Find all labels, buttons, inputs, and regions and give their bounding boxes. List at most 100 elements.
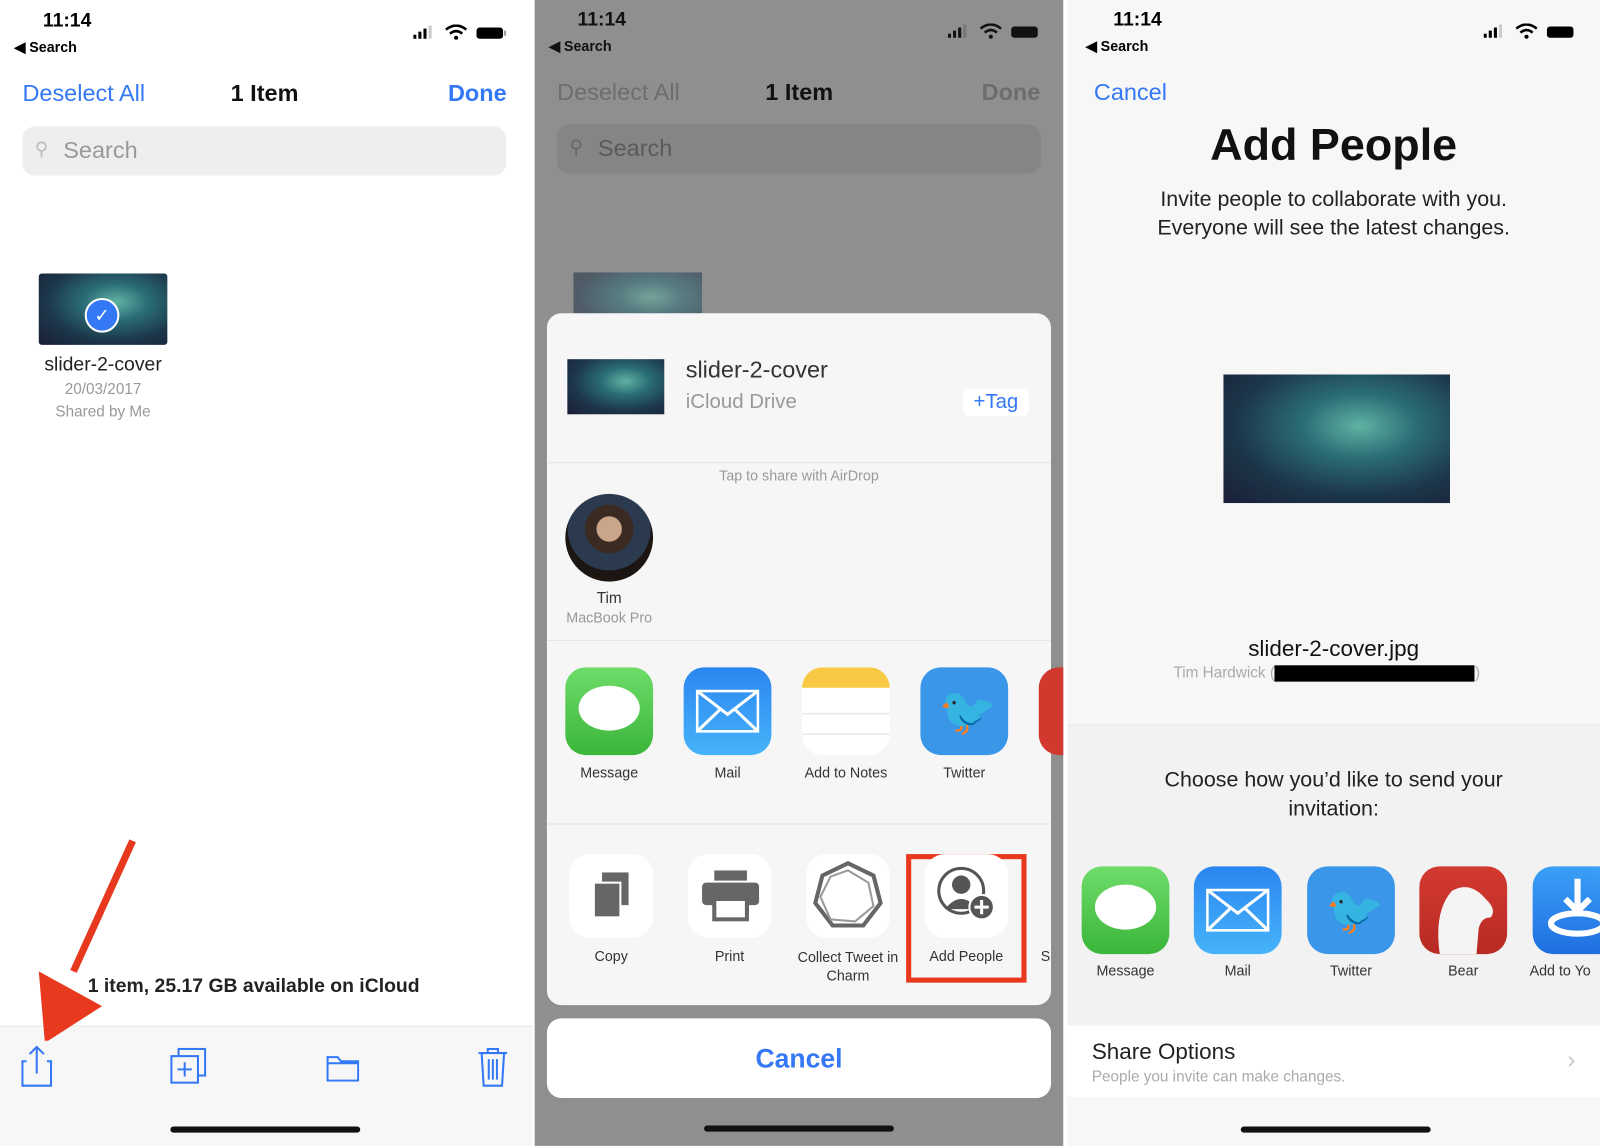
- app-label-mail: Mail: [714, 764, 741, 781]
- airdrop-person-device: MacBook Pro: [566, 609, 653, 626]
- file-name: slider-2-cover: [44, 354, 162, 376]
- cancel-button[interactable]: Cancel: [1094, 79, 1167, 107]
- owner-name: Tim Hardwick (: [1173, 664, 1275, 682]
- nav-title: 1 Item: [765, 78, 834, 106]
- print-action-icon[interactable]: [687, 854, 772, 938]
- file-date: 20/03/2017: [64, 380, 142, 398]
- divider: [546, 823, 1052, 825]
- subtitle-line1: Invite people to collaborate with you.: [1160, 187, 1507, 212]
- share-sheet-screen: 11:14 ◀ Search Deselect All 1 Item Done …: [534, 0, 1064, 1146]
- search-input[interactable]: ⚲ Search: [22, 126, 507, 176]
- done-button[interactable]: Done: [448, 80, 507, 108]
- status-time: 11:14: [42, 10, 92, 32]
- app-label-notes: Add to Notes: [804, 764, 888, 781]
- file-preview: [1223, 374, 1450, 504]
- action-label-copy: Copy: [594, 947, 628, 965]
- deselect-all-button[interactable]: Deselect All: [22, 80, 145, 108]
- airdrop-hint: Tap to share with AirDrop: [719, 467, 879, 484]
- notes-app-icon[interactable]: [802, 667, 890, 756]
- file-name: slider-2-cover.jpg: [1248, 635, 1420, 662]
- choose-line2: invitation:: [1288, 796, 1379, 821]
- red-arrow-annotation: [38, 839, 136, 1041]
- cancel-button[interactable]: Cancel: [546, 1018, 1052, 1098]
- airdrop-avatar[interactable]: [565, 493, 654, 582]
- partial-app-icon[interactable]: [1038, 667, 1064, 756]
- twitter-app-icon[interactable]: 🐦: [1307, 866, 1395, 955]
- share-sheet: slider-2-cover iCloud Drive +Tag Tap to …: [546, 313, 1064, 1006]
- back-label: Search: [29, 38, 77, 56]
- app-label-message: Message: [580, 764, 639, 781]
- signal-wifi-battery-icon: [413, 24, 507, 40]
- signal-wifi-battery-icon: [1483, 23, 1574, 39]
- sheet-file-thumbnail: [567, 359, 665, 415]
- search-placeholder: Search: [63, 136, 138, 164]
- app-label-message: Message: [1096, 962, 1155, 979]
- airdrop-person-name: Tim: [596, 589, 622, 608]
- mail-app-icon[interactable]: [683, 667, 772, 756]
- bear-app-icon[interactable]: [1419, 866, 1508, 955]
- action-label-charm: Collect Tweet in Charm: [797, 948, 899, 984]
- status-icons: [1483, 23, 1581, 44]
- deselect-all-button[interactable]: Deselect All: [557, 79, 680, 107]
- divider: [546, 639, 1052, 641]
- search-input[interactable]: ⚲ Search: [557, 124, 1041, 174]
- share-icon[interactable]: [20, 1045, 53, 1088]
- copy-action-icon[interactable]: [569, 854, 654, 938]
- add-to-app-icon[interactable]: [1532, 866, 1600, 955]
- file-owner: Tim Hardwick (): [1173, 664, 1481, 682]
- folder-icon[interactable]: [326, 1053, 360, 1082]
- home-indicator: [1240, 1126, 1431, 1133]
- trash-icon[interactable]: [478, 1047, 509, 1088]
- message-app-icon[interactable]: [1081, 866, 1170, 955]
- divider: [546, 462, 1052, 464]
- app-label-bear: Bear: [1448, 962, 1479, 979]
- back-to-search[interactable]: ◀ Search: [549, 38, 612, 55]
- add-people-screen: 11:14 ◀ Search Cancel Add People Invite …: [1067, 0, 1600, 1146]
- duplicate-icon[interactable]: [169, 1047, 208, 1086]
- home-indicator: [170, 1126, 361, 1133]
- page-title: Add People: [1210, 120, 1458, 171]
- action-label-print: Print: [714, 947, 745, 965]
- chevron-right-icon: ›: [1567, 1045, 1576, 1074]
- status-icons: [947, 23, 1045, 44]
- file-thumbnail[interactable]: ✓: [38, 273, 168, 345]
- back-to-search[interactable]: ◀ Search: [14, 39, 77, 56]
- message-app-icon[interactable]: [565, 667, 654, 756]
- back-to-search[interactable]: ◀ Search: [1086, 38, 1149, 55]
- signal-wifi-battery-icon: [947, 23, 1038, 39]
- app-label-twitter: Twitter: [1329, 962, 1373, 979]
- home-indicator: [704, 1125, 894, 1132]
- status-time: 11:14: [577, 9, 627, 31]
- app-label-add-to: Add to Yo: [1529, 962, 1591, 979]
- add-people-action-icon[interactable]: [924, 854, 1009, 938]
- app-label-twitter: Twitter: [943, 764, 986, 781]
- search-icon: ⚲: [569, 136, 583, 158]
- twitter-app-icon[interactable]: 🐦: [920, 667, 1009, 756]
- sheet-file-name: slider-2-cover: [685, 356, 828, 383]
- charm-action-icon[interactable]: [806, 854, 890, 938]
- nav-title: 1 Item: [230, 79, 299, 107]
- files-select-screen: 11:14 ◀ Search Deselect All 1 Item Done …: [0, 0, 533, 1146]
- search-icon: ⚲: [34, 138, 49, 160]
- back-label: Search: [1100, 37, 1149, 55]
- back-label: Search: [563, 37, 612, 55]
- sheet-file-location: iCloud Drive: [685, 390, 797, 414]
- owner-close: ): [1474, 664, 1481, 682]
- mail-app-icon[interactable]: [1193, 866, 1282, 955]
- subtitle-line2: Everyone will see the latest changes.: [1157, 216, 1510, 240]
- status-icons: [413, 24, 510, 45]
- share-options-title: Share Options: [1091, 1038, 1236, 1065]
- redaction-bar: [1274, 665, 1475, 682]
- share-options-row[interactable]: Share Options People you invite can make…: [1067, 1025, 1600, 1097]
- file-shared: Shared by Me: [55, 403, 151, 421]
- add-tag-button[interactable]: +Tag: [963, 388, 1029, 417]
- search-placeholder: Search: [597, 134, 673, 162]
- bird-icon: 🐦: [1325, 883, 1384, 937]
- bird-icon: 🐦: [938, 684, 998, 738]
- done-button[interactable]: Done: [982, 79, 1041, 107]
- choose-line1: Choose how you’d like to send your: [1164, 768, 1503, 792]
- action-label-partial: S: [1040, 947, 1051, 965]
- share-options-subtitle: People you invite can make changes.: [1091, 1068, 1346, 1086]
- app-label-mail: Mail: [1224, 962, 1251, 979]
- action-label-add-people: Add People: [929, 947, 1004, 965]
